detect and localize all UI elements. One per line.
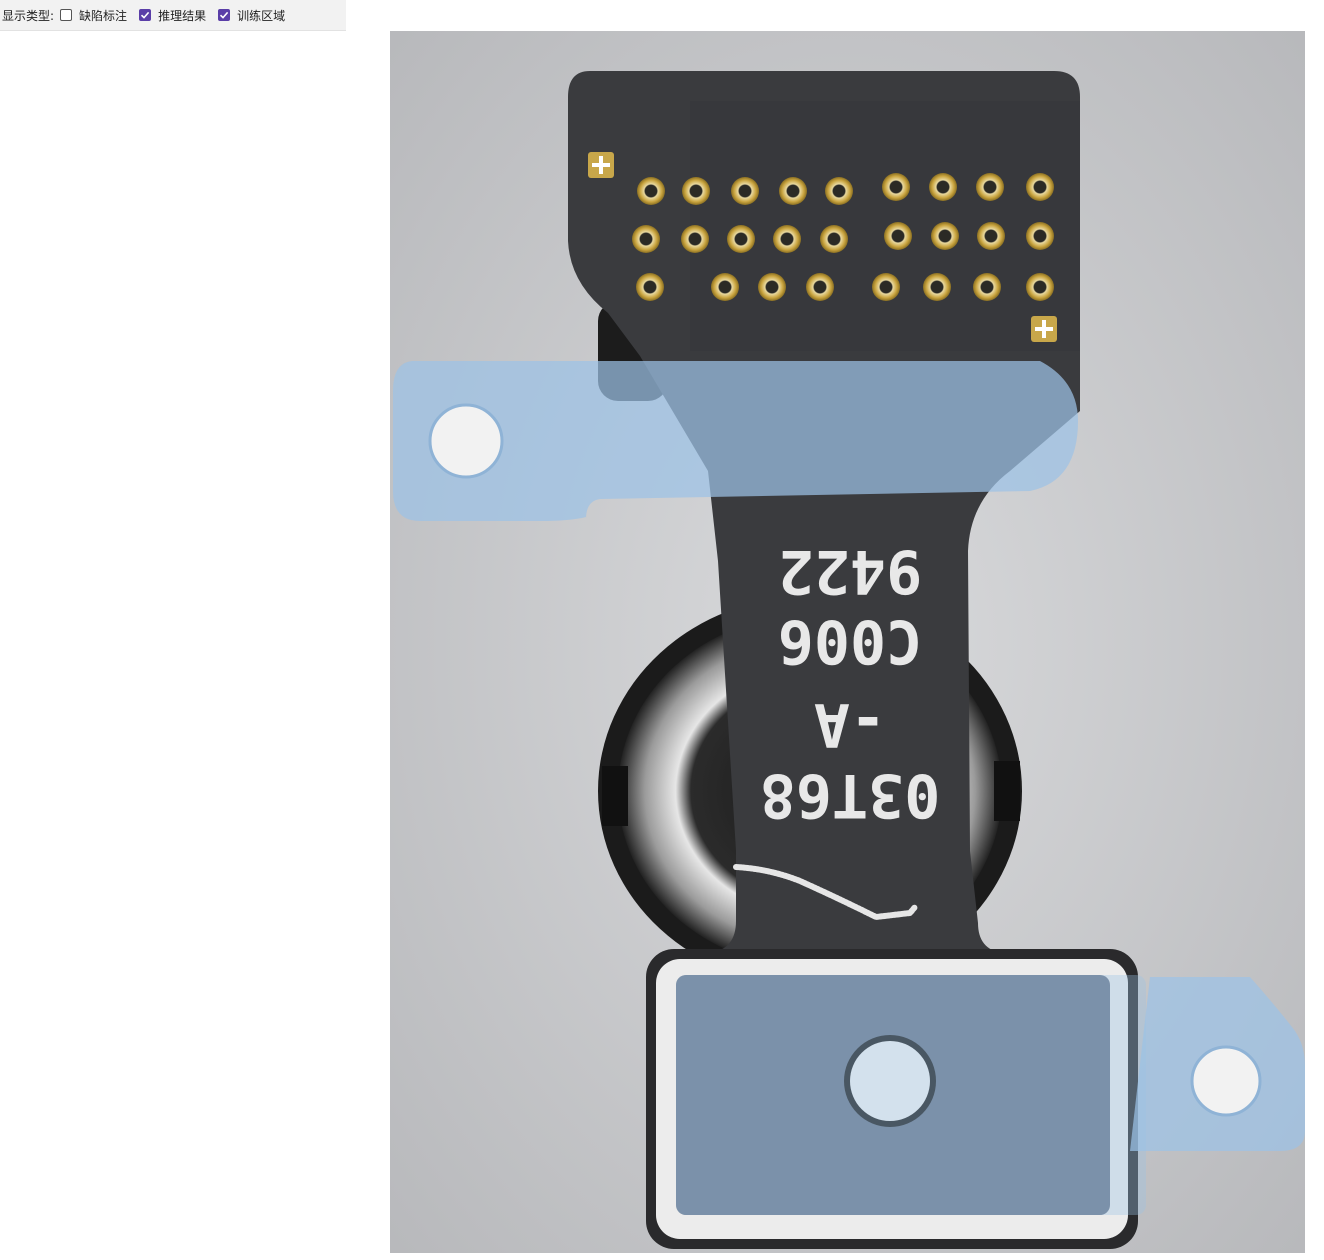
svg-text:03T68: 03T68 — [760, 760, 941, 830]
checkbox-inference-result[interactable] — [139, 9, 152, 21]
fiducial-marker-icon — [588, 152, 614, 178]
inspection-image: 9422 C006 -A 03T68 — [390, 31, 1305, 1253]
display-type-label: 显示类型: — [2, 8, 55, 23]
svg-text:9422: 9422 — [778, 536, 923, 606]
option-inference-result[interactable]: 推理结果 — [139, 7, 206, 24]
svg-text:C006: C006 — [778, 606, 923, 676]
fiducial-marker-icon — [1031, 316, 1057, 342]
inspection-image-viewer[interactable]: 9422 C006 -A 03T68 — [390, 31, 1305, 1253]
option-defect-annotation[interactable]: 缺陷标注 — [60, 7, 127, 24]
checkbox-training-region[interactable] — [218, 9, 231, 21]
option-inference-result-label: 推理结果 — [158, 8, 207, 23]
checkbox-defect-annotation[interactable] — [60, 9, 73, 21]
option-defect-annotation-label: 缺陷标注 — [79, 8, 128, 23]
option-training-region-label: 训练区域 — [237, 8, 286, 23]
checkmark-icon — [141, 11, 150, 19]
display-type-toolbar: 显示类型: 缺陷标注 推理结果 训练区域 — [0, 0, 346, 31]
svg-text:-A: -A — [814, 689, 886, 759]
checkmark-icon — [220, 11, 229, 19]
option-training-region[interactable]: 训练区域 — [218, 7, 285, 24]
